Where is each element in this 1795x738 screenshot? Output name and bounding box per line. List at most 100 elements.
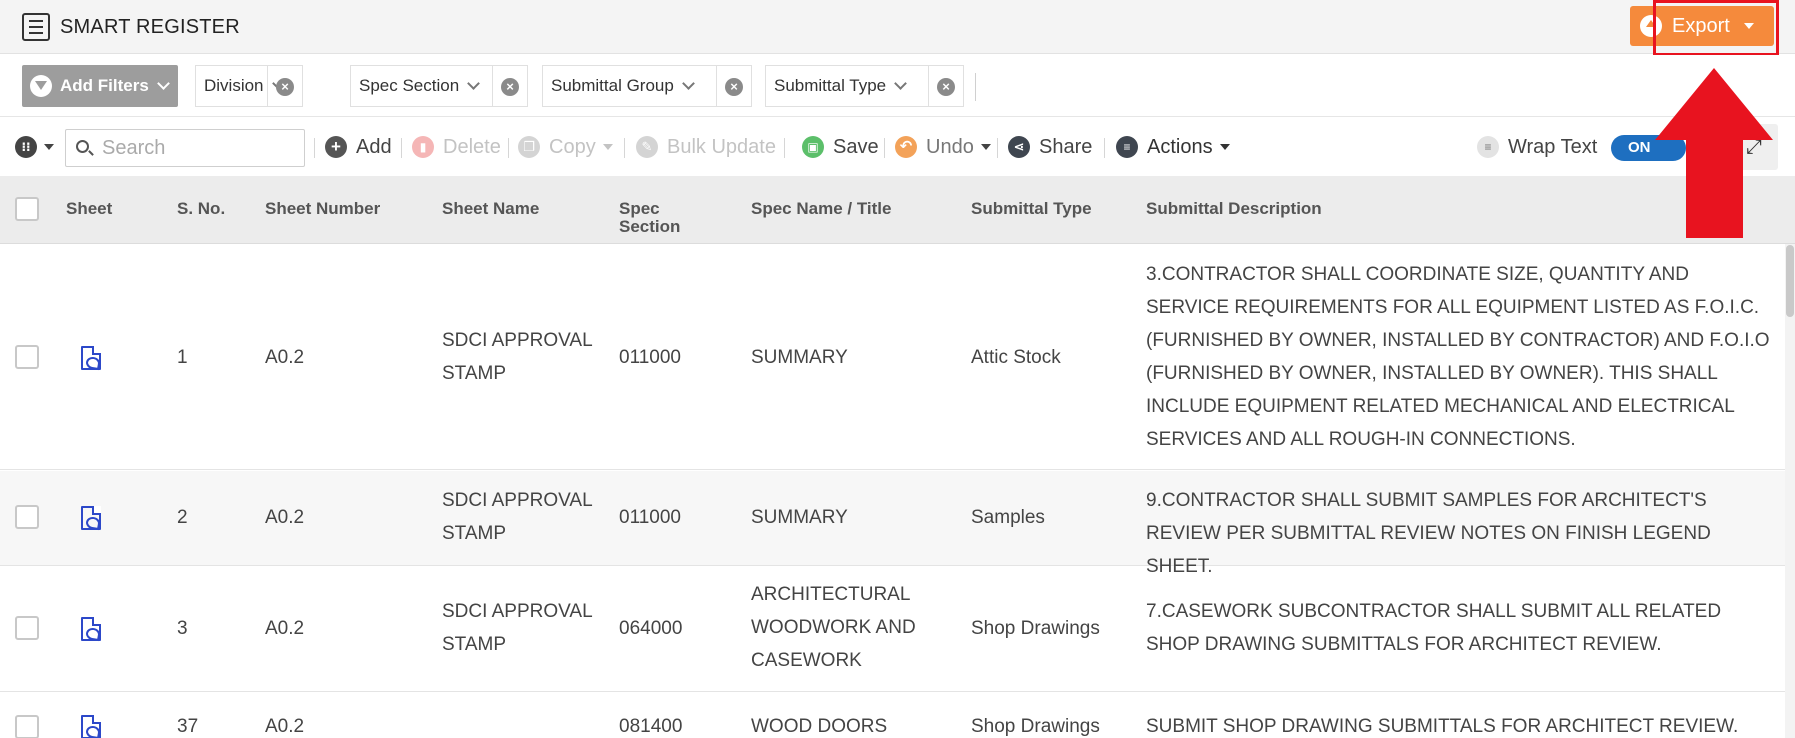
undo-button[interactable]: ↶ Undo <box>895 118 991 176</box>
cell-submittal-type: Shop Drawings <box>971 716 1100 737</box>
table-row[interactable]: 1 A0.2 SDCI APPROVAL STAMP 011000 SUMMAR… <box>0 245 1785 470</box>
filter-divider <box>975 73 976 101</box>
grid-menu-button[interactable]: ⁝⁝ <box>15 118 54 176</box>
wrap-text-control: ≡ Wrap Text <box>1477 118 1597 176</box>
filter-icon <box>30 75 52 97</box>
actions-button[interactable]: ≡ Actions <box>1116 118 1230 176</box>
pdf-icon[interactable] <box>81 715 101 738</box>
column-header-sheet-number[interactable]: Sheet Number <box>265 200 380 218</box>
app-header: SMART REGISTER Export <box>0 0 1795 56</box>
delete-button[interactable]: ▮ Delete <box>412 118 501 176</box>
row-checkbox[interactable] <box>15 715 39 738</box>
filter-chip-label: Submittal Group <box>551 76 674 95</box>
cell-sheet-number: A0.2 <box>265 347 305 368</box>
search-input[interactable] <box>102 134 297 162</box>
chevron-down-icon <box>681 77 695 90</box>
column-header-submittal-description[interactable]: Submittal Description <box>1146 200 1322 218</box>
column-header-sheet-name[interactable]: Sheet Name <box>442 200 539 218</box>
filter-chip-submittal-group[interactable]: Submittal Group × <box>542 65 752 107</box>
filter-chip-submittal-type[interactable]: Submittal Type × <box>765 65 964 107</box>
column-header-spec-section[interactable]: Spec Section <box>619 200 680 236</box>
cell-spec-section: 011000 <box>619 347 681 368</box>
pdf-icon[interactable] <box>81 617 101 641</box>
toolbar: ⁝⁝ + Add ▮ Delete ❐ Copy ✎ Bulk Update ▣… <box>0 118 1795 176</box>
red-arrow-annotation <box>1655 68 1773 238</box>
actions-label: Actions <box>1147 135 1213 158</box>
row-checkbox[interactable] <box>15 505 39 529</box>
remove-filter-icon[interactable]: × <box>501 78 519 96</box>
cell-sheet-name: SDCI APPROVAL STAMP <box>442 601 592 655</box>
remove-filter-icon[interactable]: × <box>276 78 294 96</box>
search-box[interactable] <box>65 129 305 167</box>
cell-spec-name: ARCHITECTURAL WOODWORK AND CASEWORK <box>751 584 916 671</box>
vertical-scrollbar[interactable] <box>1785 244 1795 738</box>
cell-spec-section: 081400 <box>619 716 683 737</box>
chevron-down-icon <box>467 77 481 90</box>
remove-filter-icon[interactable]: × <box>937 78 955 96</box>
cell-sno: 2 <box>177 507 188 528</box>
column-header-spec-name[interactable]: Spec Name / Title <box>751 200 891 218</box>
copy-button[interactable]: ❐ Copy <box>518 118 613 176</box>
add-label: Add <box>356 135 392 158</box>
scrollbar-thumb[interactable] <box>1786 245 1794 317</box>
table-row[interactable]: 3 A0.2 SDCI APPROVAL STAMP 064000 ARCHIT… <box>0 567 1785 692</box>
export-highlight-box <box>1653 0 1779 56</box>
column-header-sno[interactable]: S. No. <box>177 200 225 218</box>
copy-label: Copy <box>549 135 596 158</box>
pdf-icon[interactable] <box>81 346 101 370</box>
table-row[interactable]: 2 A0.2 SDCI APPROVAL STAMP 011000 SUMMAR… <box>0 471 1785 577</box>
cell-sheet-name: SDCI APPROVAL STAMP <box>442 490 592 544</box>
cell-sno: 37 <box>177 716 199 737</box>
remove-filter-icon[interactable]: × <box>725 78 743 96</box>
filter-chip-label: Submittal Type <box>774 76 887 95</box>
pdf-icon[interactable] <box>81 506 101 530</box>
delete-label: Delete <box>443 135 501 158</box>
column-header-submittal-type[interactable]: Submittal Type <box>971 200 1092 218</box>
list-icon <box>22 13 50 41</box>
column-header-sheet[interactable]: Sheet <box>66 200 112 218</box>
undo-icon: ↶ <box>895 136 917 158</box>
cell-submittal-type: Attic Stock <box>971 347 1061 368</box>
cell-spec-name: SUMMARY <box>751 347 848 368</box>
cell-submittal-type: Samples <box>971 507 1045 528</box>
row-checkbox[interactable] <box>15 345 39 369</box>
grid-icon: ⁝⁝ <box>15 136 37 158</box>
copy-icon: ❐ <box>518 136 540 158</box>
cell-submittal-description: 7.CASEWORK SUBCONTRACTOR SHALL SUBMIT AL… <box>1146 601 1722 655</box>
filter-chip-division[interactable]: Division × <box>195 65 303 107</box>
cell-sno: 1 <box>177 347 188 368</box>
cell-sheet-number: A0.2 <box>265 507 305 528</box>
table-row[interactable]: 37 A0.2 081400 WOOD DOORS Shop Drawings … <box>0 693 1785 738</box>
share-icon: ⋖ <box>1008 136 1030 158</box>
cell-spec-section: 064000 <box>619 618 683 639</box>
cell-spec-name: SUMMARY <box>751 507 848 528</box>
search-icon <box>76 140 89 153</box>
bulk-update-button[interactable]: ✎ Bulk Update <box>636 118 776 176</box>
app-title-group: SMART REGISTER <box>22 13 240 41</box>
cell-sheet-number: A0.2 <box>265 618 305 639</box>
wrap-text-label: Wrap Text <box>1508 135 1598 158</box>
row-checkbox[interactable] <box>15 616 39 640</box>
list-circle-icon: ≡ <box>1116 136 1138 158</box>
wrap-text-icon: ≡ <box>1477 136 1499 158</box>
add-filters-button[interactable]: Add Filters <box>22 65 178 107</box>
select-all-checkbox[interactable] <box>15 197 39 221</box>
bulk-update-label: Bulk Update <box>667 135 776 158</box>
cell-spec-section: 011000 <box>619 507 681 528</box>
chevron-down-icon <box>156 77 170 90</box>
cell-sno: 3 <box>177 618 188 639</box>
filter-chip-spec-section[interactable]: Spec Section × <box>350 65 528 107</box>
add-button[interactable]: + Add <box>325 118 392 176</box>
plus-circle-icon: + <box>325 136 347 158</box>
trash-icon: ▮ <box>412 136 434 158</box>
filter-chip-label: Division <box>204 76 264 95</box>
cell-submittal-description: 3.CONTRACTOR SHALL COORDINATE SIZE, QUAN… <box>1146 264 1770 450</box>
filter-chip-label: Spec Section <box>359 76 460 95</box>
share-button[interactable]: ⋖ Share <box>1008 118 1092 176</box>
share-label: Share <box>1039 135 1093 158</box>
cell-submittal-description: SUBMIT SHOP DRAWING SUBMITTALS FOR ARCHI… <box>1146 716 1739 737</box>
cell-submittal-type: Shop Drawings <box>971 618 1100 639</box>
column-header-line: Section <box>619 217 681 236</box>
save-button[interactable]: ▣ Save <box>802 118 879 176</box>
save-label: Save <box>833 135 879 158</box>
